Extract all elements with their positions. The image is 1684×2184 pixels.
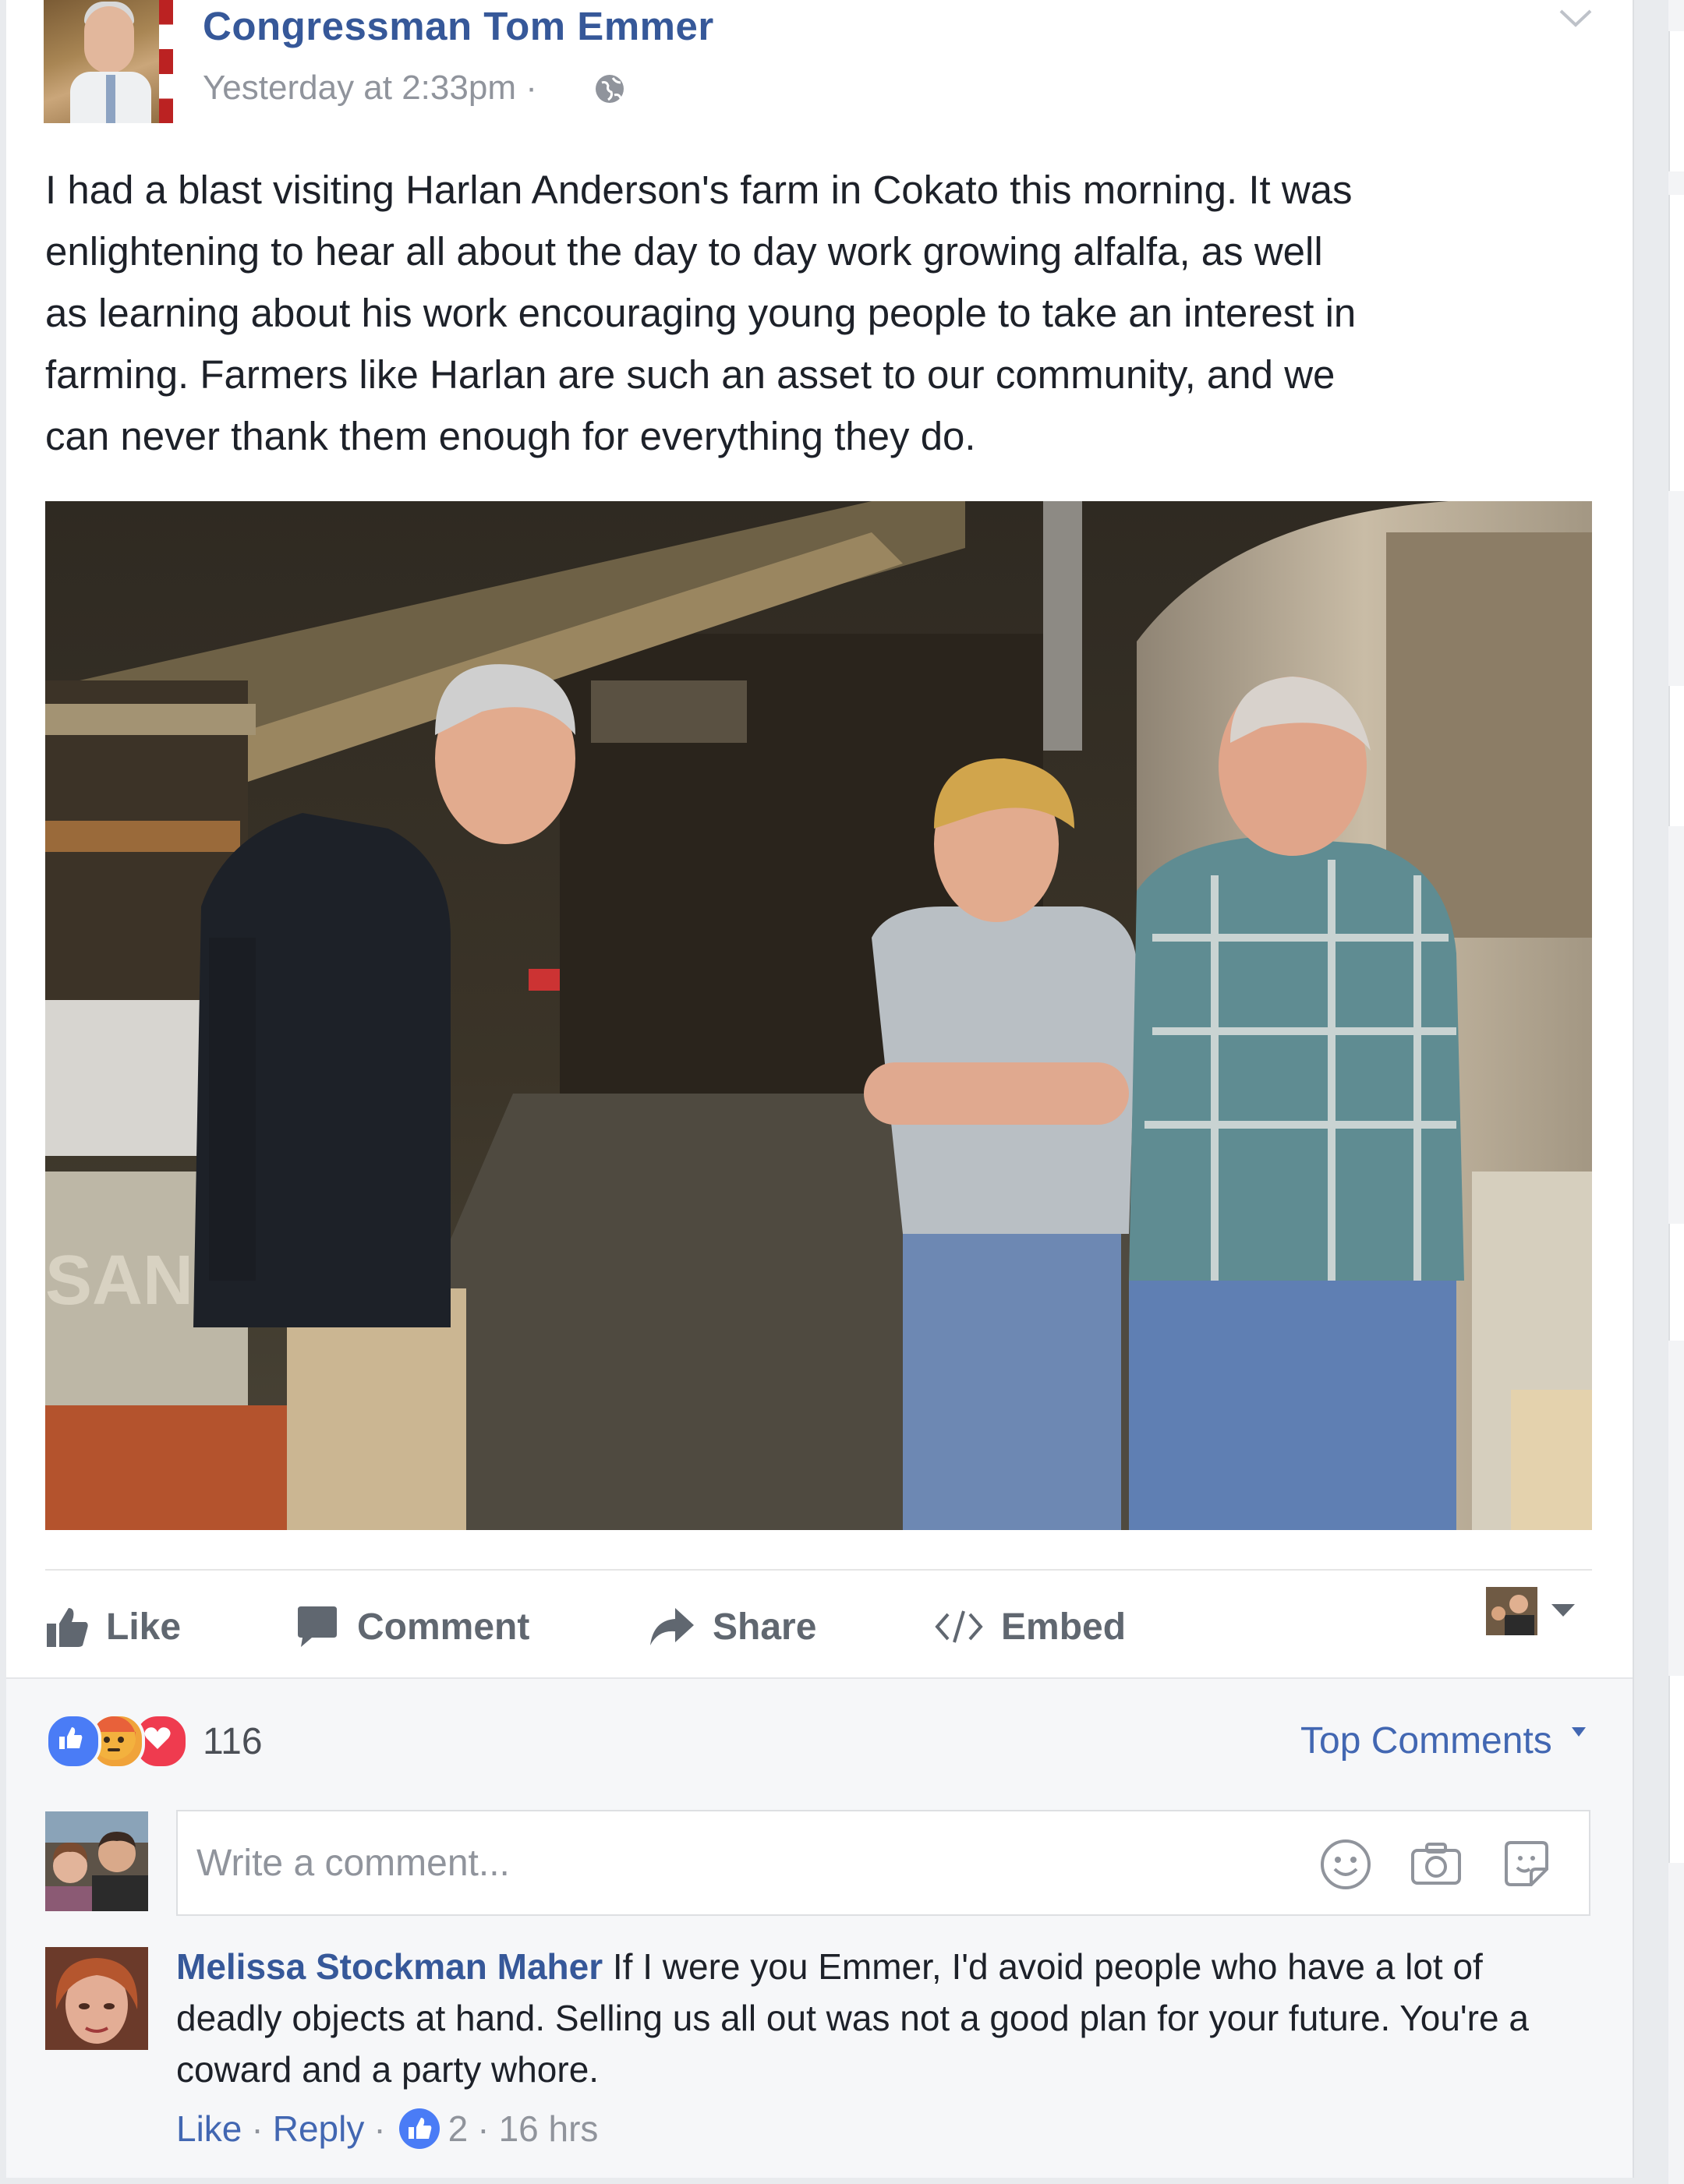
share-icon <box>650 1608 694 1645</box>
comment-icon <box>298 1606 337 1647</box>
sort-caret-icon[interactable] <box>1570 1726 1587 1738</box>
sticker-icon[interactable] <box>1500 1838 1553 1891</box>
share-button[interactable]: Share <box>649 1599 816 1654</box>
comment-body: Melissa Stockman Maher If I were you Emm… <box>176 1941 1564 2095</box>
action-bar-divider <box>45 1569 1592 1571</box>
viewer-avatar[interactable] <box>45 1811 148 1911</box>
caret-down-icon[interactable] <box>1550 1601 1576 1620</box>
comment-reply-button[interactable]: Reply <box>273 2108 365 2150</box>
post-timestamp[interactable]: Yesterday at 2:33pm · <box>203 69 537 108</box>
gutter-panel <box>1668 31 1684 171</box>
post-photo[interactable]: SAN <box>45 501 1592 1530</box>
reaction-summary[interactable]: 116 <box>45 1713 263 1769</box>
like-label: Like <box>106 1606 182 1648</box>
embed-icon <box>935 1610 983 1643</box>
comment-meta: Like · Reply · 2 · 16 hrs <box>176 2108 598 2150</box>
timestamp-separator: · <box>525 69 537 107</box>
post-body-text: I had a blast visiting Harlan Anderson's… <box>45 168 1357 458</box>
comment-input[interactable] <box>195 1835 1290 1891</box>
comment-like-button[interactable]: Like <box>176 2108 242 2150</box>
page-name-link[interactable]: Congressman Tom Emmer <box>203 3 714 49</box>
gutter-panel <box>1668 1224 1684 1341</box>
camera-icon[interactable] <box>1410 1838 1463 1891</box>
gutter-panel <box>1668 195 1684 491</box>
page-avatar[interactable] <box>44 0 173 123</box>
photo-machine-text: SAN <box>45 1242 193 1320</box>
comment-button[interactable]: Comment <box>295 1599 529 1654</box>
chevron-down-icon[interactable] <box>1558 6 1594 30</box>
meta-dot: · <box>373 2108 386 2149</box>
like-icon <box>47 1608 88 1647</box>
comment-composer[interactable] <box>176 1810 1590 1916</box>
meta-dot: · <box>251 2108 264 2149</box>
commenter-avatar[interactable] <box>45 1947 148 2050</box>
like-reaction-icon <box>45 1713 101 1769</box>
comment-age[interactable]: 16 hrs <box>499 2108 599 2150</box>
globe-icon[interactable] <box>594 73 625 104</box>
share-label: Share <box>713 1606 817 1648</box>
like-button[interactable]: Like <box>45 1599 181 1654</box>
timestamp-text[interactable]: Yesterday at 2:33pm <box>203 69 516 107</box>
gutter-panel <box>1668 1676 1684 1863</box>
commenter-name-link[interactable]: Melissa Stockman Maher <box>176 1946 603 1987</box>
meta-dot: · <box>477 2108 490 2149</box>
comment-sort-dropdown[interactable]: Top Comments <box>1300 1719 1552 1762</box>
reaction-count[interactable]: 116 <box>203 1720 263 1763</box>
embed-label: Embed <box>1001 1606 1127 1648</box>
comment-like-badge-icon[interactable] <box>398 2108 440 2150</box>
gutter-panel <box>1668 686 1684 826</box>
comment-label: Comment <box>357 1606 530 1648</box>
embed-button[interactable]: Embed <box>934 1599 1126 1654</box>
smiley-icon[interactable] <box>1319 1838 1372 1891</box>
comment-like-count[interactable]: 2 <box>448 2108 469 2150</box>
viewer-avatar-selector[interactable] <box>1486 1587 1537 1635</box>
